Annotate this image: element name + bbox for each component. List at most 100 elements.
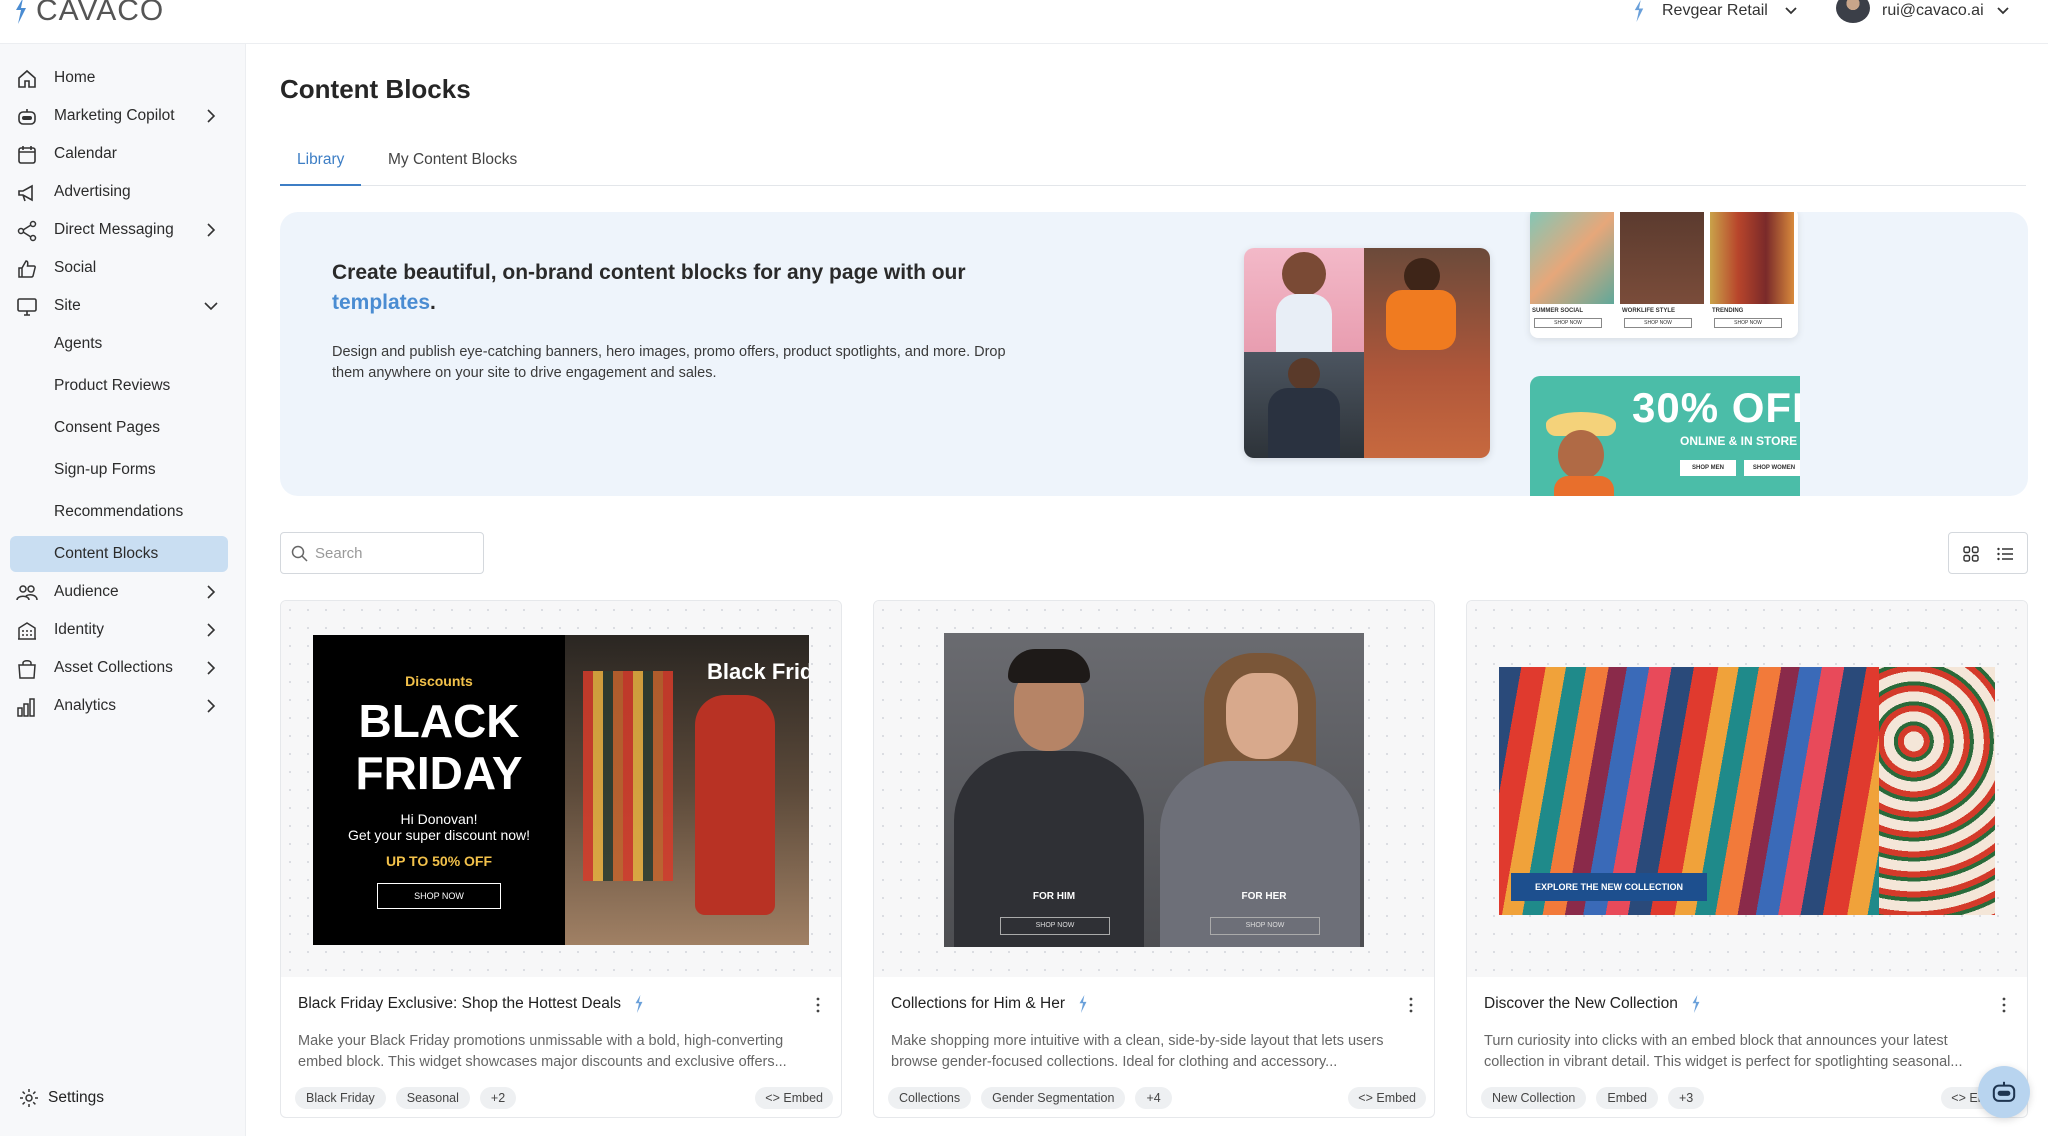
- tag[interactable]: Collections: [888, 1087, 972, 1109]
- bag-icon: [18, 660, 36, 679]
- page-title: Content Blocks: [280, 74, 471, 104]
- sidebar: Home Marketing Copilot Calendar Advertis…: [0, 44, 246, 1136]
- assistant-chat-button[interactable]: [1978, 1066, 2030, 1118]
- sidebar-item-consent-pages[interactable]: Consent Pages: [10, 410, 228, 446]
- bf-kicker: Discounts: [405, 673, 473, 689]
- bf-shop-button: SHOP NOW: [377, 883, 501, 909]
- chevron-right-icon: [207, 623, 216, 637]
- floral-shirt-shape: [1879, 667, 1995, 915]
- chevron-right-icon: [207, 223, 216, 237]
- more-options-icon[interactable]: [815, 997, 821, 1013]
- sidebar-item-content-blocks[interactable]: Content Blocks: [10, 536, 228, 572]
- tag[interactable]: Seasonal: [395, 1087, 470, 1109]
- sidebar-item-sign-up-forms[interactable]: Sign-up Forms: [10, 452, 228, 488]
- hero-description: Design and publish eye-catching banners,…: [332, 344, 1006, 381]
- list-view-icon[interactable]: [1996, 545, 2014, 563]
- more-options-icon[interactable]: [1408, 997, 1414, 1013]
- tag[interactable]: New Collection: [1481, 1087, 1587, 1109]
- tag[interactable]: Gender Segmentation: [981, 1087, 1126, 1109]
- tab-library[interactable]: Library: [280, 150, 362, 186]
- code-icon: <>: [765, 1091, 780, 1105]
- sidebar-item-asset-collections[interactable]: Asset Collections: [10, 650, 228, 686]
- sidebar-item-label: Calendar: [54, 145, 117, 162]
- collage-preview-image: [1244, 248, 1490, 458]
- for-her-label: FOR HER: [1241, 891, 1287, 902]
- man-hair-shape: [1008, 649, 1090, 683]
- code-icon: <>: [1951, 1091, 1966, 1105]
- card-preview: Discounts BLACK FRIDAY Hi Donovan! Get y…: [281, 601, 841, 977]
- user-menu[interactable]: rui@cavaco.ai: [1836, 0, 2010, 23]
- card-title-row: Collections for Him & Her: [891, 995, 1089, 1013]
- worklife-style-photo: [1620, 212, 1704, 304]
- sidebar-item-identity[interactable]: Identity: [10, 612, 228, 648]
- content-block-card[interactable]: Discounts BLACK FRIDAY Hi Donovan! Get y…: [280, 600, 842, 1118]
- brand-logo[interactable]: CAVACO: [14, 0, 164, 28]
- bf-message: Get your super discount now!: [347, 827, 531, 843]
- sidebar-item-home[interactable]: Home: [10, 60, 228, 96]
- model-head-shape: [1288, 358, 1320, 390]
- card-title-row: Discover the New Collection: [1484, 995, 1702, 1013]
- model-hoodie-shape: [1268, 388, 1340, 458]
- sidebar-item-recommendations[interactable]: Recommendations: [10, 494, 228, 530]
- tag[interactable]: Embed: [1596, 1087, 1658, 1109]
- sidebar-item-audience[interactable]: Audience: [10, 574, 228, 610]
- sidebar-item-label: Asset Collections: [54, 659, 173, 676]
- share-icon: [17, 220, 37, 242]
- content-block-card[interactable]: FOR HIM FOR HER SHOP NOW SHOP NOW Collec…: [873, 600, 1435, 1118]
- search-input[interactable]: [315, 541, 475, 565]
- card-preview: FOR HIM FOR HER SHOP NOW SHOP NOW: [874, 601, 1434, 977]
- for-him-label: FOR HIM: [1032, 891, 1076, 902]
- monitor-icon: [17, 298, 37, 316]
- sidebar-item-direct-messaging[interactable]: Direct Messaging: [10, 212, 228, 248]
- card-preview: EXPLORE THE NEW COLLECTION: [1467, 601, 2027, 977]
- runner-photo: [1364, 248, 1490, 458]
- sidebar-item-agents[interactable]: Agents: [10, 326, 228, 362]
- grid-view-icon[interactable]: [1962, 545, 1980, 563]
- sidebar-item-label: Direct Messaging: [54, 221, 174, 238]
- org-switcher[interactable]: Revgear Retail: [1632, 0, 1798, 22]
- summer-social-photo: [1530, 212, 1614, 304]
- sidebar-item-product-reviews[interactable]: Product Reviews: [10, 368, 228, 404]
- sidebar-item-label: Marketing Copilot: [54, 107, 175, 124]
- content-block-card[interactable]: EXPLORE THE NEW COLLECTION Discover the …: [1466, 600, 2028, 1118]
- sidebar-item-label: Consent Pages: [54, 419, 160, 436]
- tag[interactable]: Black Friday: [295, 1087, 386, 1109]
- embed-button[interactable]: <> Embed: [755, 1087, 833, 1109]
- runner-shirt-shape: [1386, 290, 1456, 350]
- templates-link[interactable]: templates: [332, 291, 430, 314]
- tab-bar: Library My Content Blocks: [280, 142, 2026, 186]
- sidebar-item-label: Content Blocks: [54, 545, 159, 562]
- sidebar-item-settings[interactable]: Settings: [10, 1080, 228, 1116]
- calendar-icon: [18, 146, 36, 164]
- settings-label: Settings: [48, 1089, 105, 1106]
- sidebar-item-calendar[interactable]: Calendar: [10, 136, 228, 172]
- brand-name: CAVACO: [36, 0, 165, 27]
- tag-overflow[interactable]: +3: [1667, 1087, 1705, 1109]
- avatar: [1836, 0, 1870, 23]
- tag-overflow[interactable]: +2: [479, 1087, 517, 1109]
- sidebar-item-site[interactable]: Site: [10, 288, 228, 324]
- new-collection-preview-image: EXPLORE THE NEW COLLECTION: [1499, 667, 1995, 915]
- card-description: Make your Black Friday promotions unmiss…: [298, 1033, 787, 1070]
- bolt-icon: [635, 995, 643, 1013]
- promo-subline: ONLINE & IN STORE: [1680, 434, 1798, 448]
- chevron-right-icon: [207, 585, 216, 599]
- trio-shop-button: SHOP NOW: [1534, 318, 1602, 328]
- more-options-icon[interactable]: [2001, 997, 2007, 1013]
- promo-headline: 30% OFF: [1632, 384, 1800, 431]
- embed-label: Embed: [783, 1091, 823, 1105]
- chevron-right-icon: [207, 109, 216, 123]
- promo-shop-women-button: SHOP WOMEN: [1744, 460, 1800, 476]
- sidebar-item-analytics[interactable]: Analytics: [10, 688, 228, 724]
- sidebar-item-social[interactable]: Social: [10, 250, 228, 286]
- model-head-shape: [1282, 252, 1326, 296]
- tag-overflow[interactable]: +4: [1135, 1087, 1172, 1109]
- home-icon: [18, 69, 36, 88]
- tab-my-content-blocks[interactable]: My Content Blocks: [371, 150, 534, 186]
- hero-headline: Create beautiful, on-brand content block…: [332, 258, 1032, 318]
- embed-button[interactable]: <> Embed: [1348, 1087, 1426, 1109]
- bolt-logo-icon: [16, 0, 26, 24]
- sidebar-item-marketing-copilot[interactable]: Marketing Copilot: [10, 98, 228, 134]
- sidebar-item-advertising[interactable]: Advertising: [10, 174, 228, 210]
- sidebar-item-label: Agents: [54, 335, 103, 352]
